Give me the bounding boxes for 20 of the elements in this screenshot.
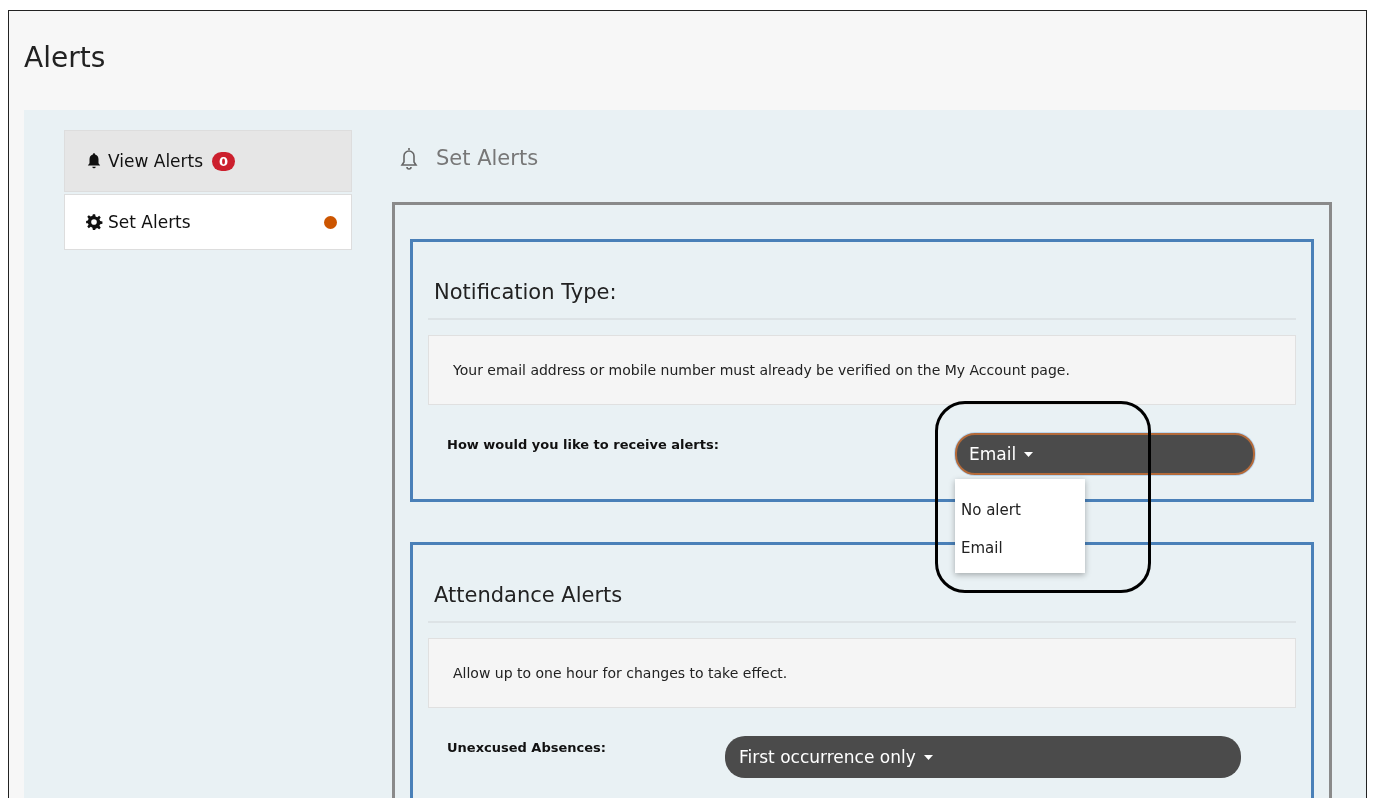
sidebar-item[interactable]: View Alerts 0 xyxy=(64,130,352,192)
active-dot xyxy=(324,215,337,229)
card-title: Notification Type: xyxy=(428,242,1296,320)
count-badge: 0 xyxy=(212,151,236,171)
page-title: Alerts xyxy=(23,40,107,76)
dropdown-option[interactable]: Email xyxy=(955,529,1085,567)
section-heading: Set Alerts xyxy=(436,145,539,170)
caret-icon xyxy=(1024,451,1034,457)
bell-icon xyxy=(85,152,103,170)
dropdown-option[interactable]: No alert xyxy=(955,491,1085,529)
dropdown-select[interactable]: First occurrence only xyxy=(725,736,1241,778)
info-note: Allow up to one hour for changes to take effect. xyxy=(428,638,1296,708)
dropdown-select[interactable]: Email xyxy=(955,433,1255,475)
sidebar-item[interactable]: Set Alerts xyxy=(64,194,352,250)
field-label: How would you like to receive alerts: xyxy=(447,436,720,454)
info-note: Your email address or mobile number must already be verified on the My Account page. xyxy=(428,335,1296,405)
bell-icon xyxy=(398,145,420,170)
field-label: Unexcused Absences: xyxy=(447,739,607,757)
caret-icon xyxy=(923,754,933,760)
gear-icon xyxy=(85,213,103,231)
